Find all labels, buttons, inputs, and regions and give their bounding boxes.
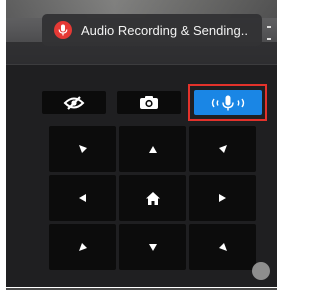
microphone-recording-icon	[54, 21, 72, 39]
microphone-button-highlight	[188, 84, 267, 121]
ptz-direction-pad	[49, 126, 256, 270]
ptz-up-button[interactable]	[119, 126, 186, 172]
arrow-down-right-icon	[218, 243, 227, 251]
ptz-up-left-button[interactable]	[49, 126, 116, 172]
recording-status-banner: Audio Recording & Sending..	[42, 14, 262, 46]
ptz-down-right-button[interactable]	[189, 224, 256, 270]
panel-divider	[6, 64, 277, 65]
arrow-right-icon	[219, 194, 226, 202]
arrow-up-icon	[148, 145, 157, 153]
ptz-home-button[interactable]	[119, 175, 186, 221]
assistive-touch-button[interactable]	[252, 262, 270, 280]
microphone-button[interactable]	[194, 90, 262, 115]
live-video-view[interactable]: Audio Recording & Sending..	[6, 0, 277, 64]
arrow-down-icon	[148, 243, 157, 251]
ptz-left-button[interactable]	[49, 175, 116, 221]
ptz-down-left-button[interactable]	[49, 224, 116, 270]
snapshot-button[interactable]	[117, 91, 181, 114]
arrow-down-left-icon	[78, 243, 87, 251]
bottom-divider	[6, 288, 277, 290]
camera-icon	[140, 96, 158, 109]
hide-video-button[interactable]	[42, 91, 106, 114]
arrow-up-left-icon	[78, 145, 87, 153]
recording-status-text: Audio Recording & Sending..	[81, 22, 248, 38]
camera-control-screen: Audio Recording & Sending..	[6, 0, 277, 287]
fullscreen-icon[interactable]	[267, 26, 271, 40]
eye-slash-icon	[63, 95, 85, 110]
ptz-up-right-button[interactable]	[189, 126, 256, 172]
microphone-icon	[211, 95, 245, 110]
arrow-left-icon	[79, 194, 86, 202]
ptz-down-button[interactable]	[119, 224, 186, 270]
ptz-right-button[interactable]	[189, 175, 256, 221]
arrow-up-right-icon	[218, 145, 227, 153]
home-icon	[145, 191, 160, 205]
